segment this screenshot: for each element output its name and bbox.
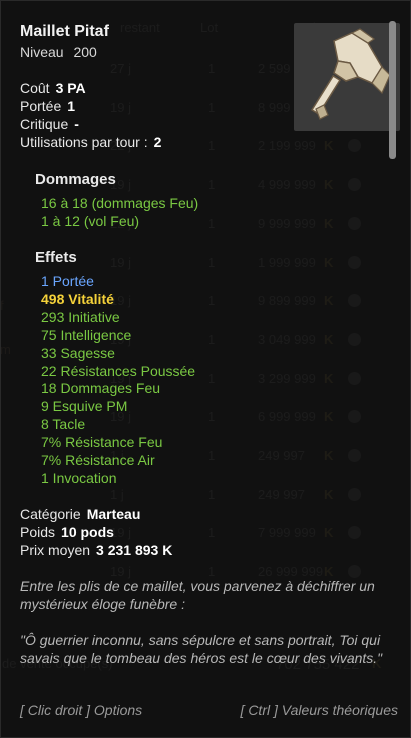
damage-line: 16 à 18 (dommages Feu) xyxy=(41,195,199,211)
item-tooltip: Maillet Pitaf Niveau 200 Coût 3 PA Portée 1… xyxy=(0,0,411,738)
stat-label: Critique xyxy=(20,116,69,132)
tooltip-scrollbar[interactable] xyxy=(389,21,396,159)
effect-line: 498 Vitalité xyxy=(41,290,114,307)
stat-line: Coût 3 PA xyxy=(20,80,86,96)
stat-value: 1 xyxy=(67,98,76,114)
effect-line: 33 Sagesse xyxy=(41,344,115,361)
damages-title: Dommages xyxy=(35,171,116,188)
effect-line: 293 Initiative xyxy=(41,308,120,325)
level-label: Niveau xyxy=(20,44,64,60)
effect-line: 7% Résistance Air xyxy=(41,452,155,468)
hammer-icon xyxy=(294,23,400,131)
item-level: Niveau 200 xyxy=(20,44,97,60)
info-line: Poids 10 pods xyxy=(20,524,114,540)
info-value: Marteau xyxy=(86,506,141,522)
stat-label: Portée xyxy=(20,98,62,114)
effect-line: 9 Esquive PM xyxy=(41,398,128,415)
effect-line: 1 Portée xyxy=(41,273,94,289)
info-label: Catégorie xyxy=(20,506,81,522)
effect-line: 22 Résistances Poussée xyxy=(41,362,196,379)
item-description: Entre les plis de ce maillet, vous parve… xyxy=(20,578,375,612)
stat-value: - xyxy=(74,116,79,132)
ctrl-theoretical-values-hint: [ Ctrl ] Valeurs théoriques xyxy=(240,702,398,718)
right-click-options-hint: [ Clic droit ] Options xyxy=(20,702,143,718)
stat-value: 3 PA xyxy=(55,80,86,96)
info-label: Prix moyen xyxy=(20,542,91,558)
stat-label: Coût xyxy=(20,80,50,96)
stat-value: 2 xyxy=(153,134,162,150)
stat-line: Critique - xyxy=(20,116,79,132)
effect-line: 7% Résistance Feu xyxy=(41,434,163,451)
level-value: 200 xyxy=(73,44,97,60)
info-label: Poids xyxy=(20,524,56,540)
info-line: Catégorie Marteau xyxy=(20,506,140,522)
effect-line: 1 Invocation xyxy=(41,469,117,486)
info-line: Prix moyen 3 231 893 K xyxy=(20,542,172,558)
damage-line: 1 à 12 (vol Feu) xyxy=(41,213,140,229)
stat-label: Utilisations par tour : xyxy=(20,134,148,150)
stat-line: Utilisations par tour : 2 xyxy=(20,134,161,150)
info-value: 3 231 893 K xyxy=(96,542,173,558)
effect-line: 18 Dommages Feu xyxy=(41,380,161,397)
effects-title: Effets xyxy=(35,249,77,266)
item-quote: "Ô guerrier inconnu, sans sépulcre et sa… xyxy=(20,632,383,666)
effect-line: 75 Intelligence xyxy=(41,326,132,343)
stat-line: Portée 1 xyxy=(20,98,75,114)
info-value: 10 pods xyxy=(61,524,114,540)
item-name: Maillet Pitaf xyxy=(20,23,109,40)
effect-line: 8 Tacle xyxy=(41,416,86,433)
